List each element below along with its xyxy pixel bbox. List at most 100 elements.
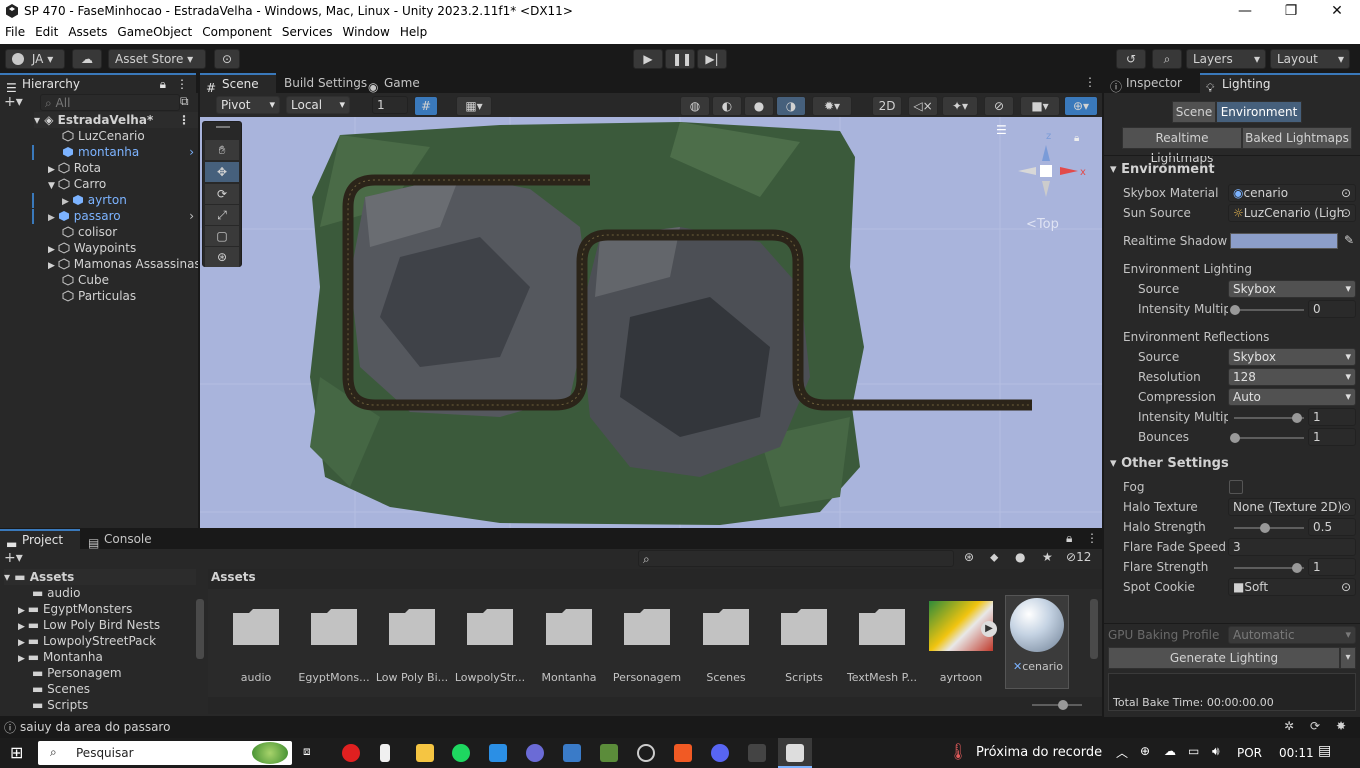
expand-arrow-icon[interactable]: ▶ xyxy=(48,261,58,271)
hierarchy-item-carro[interactable]: ▼ Carro xyxy=(48,176,106,192)
scene-root-row[interactable]: ▾ ◈ EstradaVelha* ⋮ xyxy=(34,112,198,128)
hierarchy-item-passaro[interactable]: ▶ passaro › xyxy=(48,208,198,224)
halo-strength-knob[interactable] xyxy=(1260,523,1270,533)
environment-header[interactable]: ▾ Environment xyxy=(1110,162,1215,177)
segment-baked-lightmaps[interactable]: Baked Lightmaps xyxy=(1242,127,1352,149)
menu-gameobject[interactable]: GameObject xyxy=(112,23,197,39)
realtime-shadow-color-swatch[interactable] xyxy=(1230,233,1338,249)
tree-item-scripts[interactable]: ▬ Scripts xyxy=(32,697,88,713)
collapse-arrow-icon[interactable]: ▼ xyxy=(48,181,58,191)
2d-toggle-button[interactable]: 2D xyxy=(872,96,902,116)
tree-item-lowpoly-bird[interactable]: ▶ ▬ Low Poly Bird Nests xyxy=(18,617,160,633)
tab-project[interactable]: ▬ Project xyxy=(0,529,80,551)
status-message[interactable]: saiuy da area do passaro xyxy=(20,720,170,734)
assets-scrollbar[interactable] xyxy=(1090,599,1098,659)
expand-arrow-icon[interactable]: ▶ xyxy=(18,606,28,616)
asset-folder-textmesh[interactable]: TextMesh P... xyxy=(844,599,920,689)
thermometer-icon[interactable]: 🌡︎ xyxy=(948,742,968,761)
scene-more-icon[interactable]: ⋮ xyxy=(1084,75,1096,89)
unity-editor-taskbar-button[interactable] xyxy=(778,738,812,768)
flare-strength-knob[interactable] xyxy=(1292,563,1302,573)
network-icon[interactable]: ▭ xyxy=(1188,744,1199,758)
hierarchy-item-rota[interactable]: ▶ Rota xyxy=(48,160,101,176)
auto-generate-icon[interactable]: ⟳ xyxy=(1310,719,1320,733)
hierarchy-item-cube[interactable]: Cube xyxy=(62,272,109,288)
layers-dropdown[interactable]: Layers ▾ xyxy=(1186,49,1266,69)
search-button[interactable]: ⌕ xyxy=(1152,49,1182,69)
cloud-button[interactable]: ☁ xyxy=(72,49,102,69)
intensity-slider-track[interactable] xyxy=(1234,309,1304,311)
hierarchy-item-colisor[interactable]: colisor xyxy=(62,224,117,240)
unlit-button[interactable]: ◑ xyxy=(776,96,806,116)
menu-component[interactable]: Component xyxy=(197,23,277,39)
source-dropdown[interactable]: Skybox xyxy=(1228,280,1356,298)
search-type-icon[interactable]: ⊛ xyxy=(964,550,974,564)
icon-size-slider-track[interactable] xyxy=(1032,704,1082,706)
hierarchy-item-mamonas[interactable]: ▶ Mamonas Assassinas xyxy=(48,256,198,272)
resolution-dropdown[interactable]: 128 xyxy=(1228,368,1356,386)
palette-drag-handle[interactable] xyxy=(216,126,230,128)
scene-more-icon[interactable]: ⋮ xyxy=(178,112,190,128)
halo-strength-field[interactable]: 0.5 xyxy=(1308,518,1356,536)
chevron-right-icon[interactable]: › xyxy=(189,144,194,160)
hierarchy-item-ayrton[interactable]: ▶ ayrton xyxy=(62,192,127,208)
pivot-dropdown[interactable]: Pivot xyxy=(216,96,280,114)
transform-tool-button[interactable]: ⊛ xyxy=(205,247,239,267)
asset-folder-scripts[interactable]: Scripts xyxy=(766,599,842,689)
hidden-objects-button[interactable]: ⊘ xyxy=(984,96,1014,116)
tree-item-audio[interactable]: ▬ audio xyxy=(32,585,80,601)
lighting-toggle-button[interactable]: ✹▾ xyxy=(812,96,852,116)
expand-arrow-icon[interactable]: ▶ xyxy=(48,165,58,175)
pokeball-icon[interactable] xyxy=(637,744,655,762)
hierarchy-item-particulas[interactable]: Particulas xyxy=(62,288,136,304)
lock-icon[interactable]: 🔒︎ xyxy=(160,75,166,93)
spotify-icon[interactable] xyxy=(452,744,470,762)
hand-tool-button[interactable]: ✋︎ xyxy=(205,140,239,160)
more-menu-icon[interactable]: ⋮ xyxy=(1086,531,1098,545)
expand-arrow-icon[interactable]: ▶ xyxy=(18,622,28,632)
hierarchy-item-waypoints[interactable]: ▶ Waypoints xyxy=(48,240,136,256)
fog-checkbox[interactable] xyxy=(1229,480,1243,494)
object-picker-icon[interactable]: ⊙ xyxy=(1341,499,1351,515)
shaded-button[interactable]: ● xyxy=(744,96,774,116)
asset-folder-personagem[interactable]: Personagem xyxy=(609,599,685,689)
volume-icon[interactable]: 🔊︎ xyxy=(1212,744,1220,759)
reflection-intensity-field[interactable]: 1 xyxy=(1308,408,1356,426)
effects-button[interactable]: ✦▾ xyxy=(942,96,978,116)
asset-folder-lowpolystreet[interactable]: LowpolyStr... xyxy=(452,599,528,689)
file-explorer-icon[interactable] xyxy=(416,744,434,762)
unity-hub-icon[interactable] xyxy=(748,744,766,762)
tree-assets-root[interactable]: ▾ ▬ Assets xyxy=(4,569,196,585)
segment-scene[interactable]: Scene xyxy=(1172,101,1216,123)
shaded-wire-button[interactable]: ◐ xyxy=(712,96,742,116)
generate-lighting-dropdown[interactable]: ▾ xyxy=(1340,647,1356,669)
pause-button[interactable]: ❚❚ xyxy=(665,49,695,69)
hidden-packages-toggle[interactable]: ⊘12 xyxy=(1066,550,1091,564)
bounces-slider-knob[interactable] xyxy=(1230,433,1240,443)
vscode-icon[interactable] xyxy=(489,744,507,762)
expand-arrow-icon[interactable]: ▶ xyxy=(48,213,58,223)
bounces-field[interactable]: 1 xyxy=(1308,428,1356,446)
chevron-right-icon[interactable]: › xyxy=(189,208,194,224)
bug-report-icon[interactable]: ✸ xyxy=(1336,719,1346,733)
meet-icon[interactable]: ⊕ xyxy=(1140,744,1150,758)
debug-mode-icon[interactable]: ✲ xyxy=(1284,719,1294,733)
halo-texture-field[interactable]: None (Texture 2D) ⊙ xyxy=(1228,498,1356,516)
menu-help[interactable]: Help xyxy=(395,23,432,39)
scene-viewport[interactable]: ✋︎ ✥ ⟳ ⤢ ▢ ⊛ ☰ 🔒︎ z x <Top xyxy=(200,117,1102,528)
snap-increment-field[interactable]: 1 xyxy=(372,96,408,114)
taskbar-search-box[interactable]: ⌕ Pesquisar xyxy=(38,741,292,765)
expand-arrow-icon[interactable]: ▶ xyxy=(62,197,72,207)
menu-window[interactable]: Window xyxy=(338,23,395,39)
gizmos-button[interactable]: ⊕▾ xyxy=(1064,96,1098,116)
intensity-slider-knob[interactable] xyxy=(1230,305,1240,315)
tab-inspector[interactable]: ⓘ Inspector xyxy=(1104,73,1200,94)
flare-fade-field[interactable]: 3 xyxy=(1228,538,1356,556)
hierarchy-item-montanha[interactable]: montanha › xyxy=(62,144,198,160)
segment-environment[interactable]: Environment xyxy=(1216,101,1302,123)
asset-folder-lowpoly-bird[interactable]: Low Poly Bi... xyxy=(374,599,450,689)
asset-folder-scenes[interactable]: Scenes xyxy=(688,599,764,689)
label-filter-icon[interactable]: ⬥ xyxy=(990,550,998,565)
object-picker-icon[interactable]: ⊙ xyxy=(1341,205,1351,221)
assets-breadcrumb[interactable]: Assets xyxy=(208,569,1102,589)
